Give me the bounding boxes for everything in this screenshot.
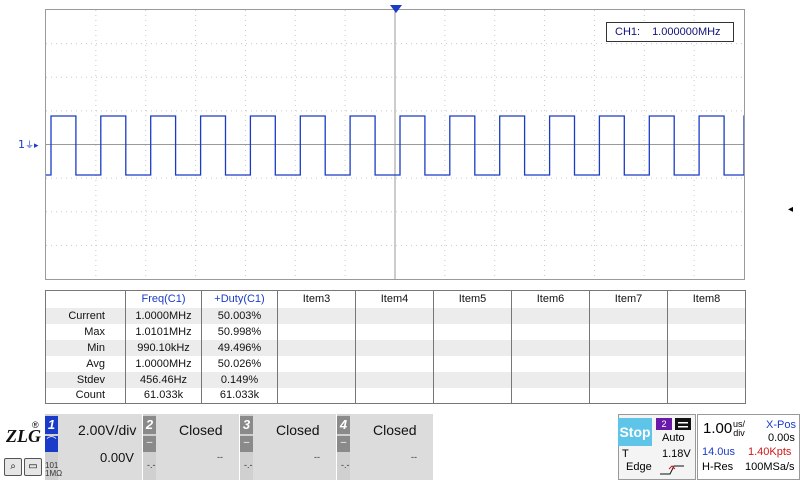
ch3-panel[interactable]: 3 – Closed -.- -- bbox=[240, 414, 336, 480]
waveform-svg bbox=[46, 10, 750, 279]
duty-value: 61.033k bbox=[201, 387, 278, 404]
duty-value: 50.026% bbox=[201, 355, 278, 372]
trigger-t-label: T bbox=[622, 448, 629, 460]
zoom-icon[interactable]: ⌕ bbox=[4, 458, 22, 476]
rising-edge-icon bbox=[660, 465, 684, 475]
ch1-offset: 0.00V bbox=[100, 450, 134, 465]
table-row: Count 61.033k 61.033k bbox=[46, 387, 746, 404]
table-row: Avg 1.0000MHz 50.026% bbox=[46, 355, 746, 372]
header-item6[interactable]: Item6 bbox=[511, 290, 590, 308]
ch1-impedance: 1MΩ bbox=[45, 469, 63, 478]
trigger-position-marker[interactable] bbox=[390, 5, 402, 13]
measurement-table: Freq(C1) +Duty(C1) Item3 Item4 Item5 Ite… bbox=[45, 290, 746, 404]
duty-value: 0.149% bbox=[201, 371, 278, 388]
trigger-level-arrow-icon[interactable]: ◂ bbox=[788, 204, 793, 215]
ch1-panel[interactable]: 1 ⌒ 2.00V/div 0.00V 101 1MΩ bbox=[45, 414, 142, 480]
oscilloscope-screen: 1⏚▸ ◂ CH1: 1.000000MHz Freq(C1) +Duty(C1… bbox=[0, 0, 800, 480]
ch3-offset-left: -.- bbox=[244, 460, 253, 470]
ch1-scale: 2.00V/div bbox=[78, 422, 137, 438]
logo-registered-mark: ® bbox=[32, 420, 39, 430]
table-row: Stdev 456.46Hz 0.149% bbox=[45, 371, 746, 388]
header-item5[interactable]: Item5 bbox=[433, 290, 512, 308]
timebase-unit-bottom: div bbox=[733, 428, 745, 438]
measurement-header-row: Freq(C1) +Duty(C1) Item3 Item4 Item5 Ite… bbox=[46, 290, 746, 308]
row-label: Avg bbox=[86, 357, 105, 370]
ch3-coupling-icon: – bbox=[240, 436, 253, 452]
table-row: Min 990.10kHz 49.496% bbox=[45, 339, 746, 356]
ch4-coupling-icon: – bbox=[337, 436, 350, 452]
ch3-number: 3 bbox=[240, 416, 253, 434]
header-item7[interactable]: Item7 bbox=[589, 290, 668, 308]
ch3-offset-right: -- bbox=[314, 452, 320, 462]
freq-value: 61.033k bbox=[125, 387, 202, 404]
ch4-offset-left: -.- bbox=[341, 460, 350, 470]
trigger-type: Edge bbox=[626, 461, 652, 473]
ch4-panel[interactable]: 4 – Closed -.- -- bbox=[337, 414, 433, 480]
ch2-offset-right: -- bbox=[217, 452, 223, 462]
ch2-status: Closed bbox=[179, 422, 223, 438]
trigger-menu-icon bbox=[675, 418, 691, 430]
ch2-coupling-icon: – bbox=[143, 436, 156, 452]
row-label: Max bbox=[84, 325, 105, 338]
frequency-counter-box: CH1: 1.000000MHz bbox=[606, 22, 734, 42]
row-label: Current bbox=[45, 307, 126, 324]
freq-value: 990.10kHz bbox=[125, 339, 202, 356]
run-stop-button[interactable]: Stop bbox=[618, 418, 652, 446]
table-row: Max 1.0101MHz 50.998% bbox=[46, 323, 746, 340]
freq-value: 1.0000MHz bbox=[125, 355, 202, 372]
ch1-number: 1 bbox=[45, 416, 58, 434]
header-item3[interactable]: Item3 bbox=[277, 290, 356, 308]
freq-value: 1.0101MHz bbox=[125, 323, 202, 340]
xpos-label: X-Pos bbox=[766, 419, 796, 431]
ch2-panel[interactable]: 2 – Closed -.- -- bbox=[143, 414, 239, 480]
ch4-number: 4 bbox=[337, 416, 350, 434]
acquisition-mode: H-Res bbox=[702, 461, 734, 473]
duty-value: 50.003% bbox=[201, 307, 278, 324]
ch2-offset-left: -.- bbox=[147, 460, 156, 470]
duty-value: 49.496% bbox=[201, 339, 278, 356]
sample-rate: 100MSa/s bbox=[745, 461, 795, 473]
freq-counter-value: 1.000000MHz bbox=[652, 26, 721, 38]
header-freq[interactable]: Freq(C1) bbox=[125, 290, 202, 308]
xpos-value: 0.00s bbox=[768, 432, 795, 444]
trigger-level: 1.18V bbox=[662, 448, 691, 460]
row-label: Count bbox=[75, 389, 105, 402]
record-points: 1.40Kpts bbox=[748, 446, 792, 458]
time-span: 14.0us bbox=[702, 446, 736, 458]
ch2-number: 2 bbox=[143, 416, 156, 434]
row-label: Stdev bbox=[45, 371, 126, 388]
header-blank bbox=[46, 291, 126, 308]
table-row: Current 1.0000MHz 50.003% bbox=[45, 307, 746, 324]
header-item4[interactable]: Item4 bbox=[355, 290, 434, 308]
ch4-offset-right: -- bbox=[411, 452, 417, 462]
trigger-source-badge: 2 bbox=[656, 418, 672, 430]
trigger-mode: Auto bbox=[662, 432, 685, 444]
header-item8[interactable]: Item8 bbox=[667, 290, 746, 308]
ch1-coupling-icon: ⌒ bbox=[45, 436, 58, 452]
row-label: Min bbox=[45, 339, 126, 356]
duty-value: 50.998% bbox=[201, 323, 278, 340]
timebase-scale: 1.00 bbox=[703, 420, 733, 437]
timebase-unit: us/ div bbox=[733, 420, 745, 438]
header-duty[interactable]: +Duty(C1) bbox=[201, 290, 278, 308]
ch4-status: Closed bbox=[373, 422, 417, 438]
freq-counter-label: CH1: bbox=[615, 26, 641, 38]
waveform-display[interactable] bbox=[45, 9, 750, 280]
freq-value: 1.0000MHz bbox=[125, 307, 202, 324]
ch3-status: Closed bbox=[276, 422, 320, 438]
screenshot-icon[interactable]: ▭ bbox=[24, 458, 42, 476]
ch1-ground-marker[interactable]: 1⏚▸ bbox=[18, 138, 39, 151]
freq-value: 456.46Hz bbox=[125, 371, 202, 388]
